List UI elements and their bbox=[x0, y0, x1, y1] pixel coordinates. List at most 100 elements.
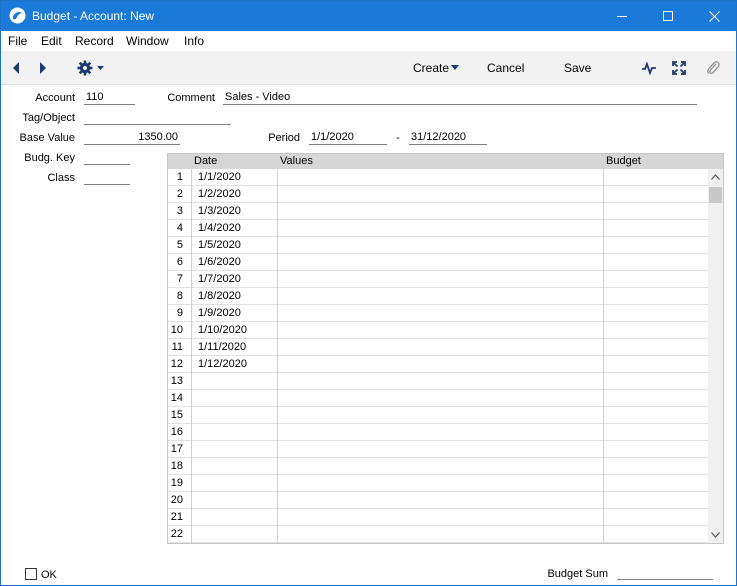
date-cell[interactable]: 1/10/2020 bbox=[192, 322, 278, 339]
ok-checkbox[interactable] bbox=[25, 568, 37, 580]
period-to-field[interactable]: 31/12/2020 bbox=[409, 130, 487, 145]
table-row[interactable]: 12 1/12/2020 bbox=[168, 356, 708, 373]
values-cell[interactable] bbox=[278, 373, 604, 390]
budget-cell[interactable] bbox=[604, 339, 708, 356]
grid-scrollbar[interactable] bbox=[708, 169, 723, 543]
table-row[interactable]: 17 bbox=[168, 441, 708, 458]
table-row[interactable]: 9 1/9/2020 bbox=[168, 305, 708, 322]
budget-cell[interactable] bbox=[604, 169, 708, 186]
budget-cell[interactable] bbox=[604, 526, 708, 543]
date-cell[interactable] bbox=[192, 441, 278, 458]
values-cell[interactable] bbox=[278, 458, 604, 475]
date-cell[interactable] bbox=[192, 390, 278, 407]
values-cell[interactable] bbox=[278, 339, 604, 356]
budget-cell[interactable] bbox=[604, 288, 708, 305]
budget-cell[interactable] bbox=[604, 373, 708, 390]
date-cell[interactable] bbox=[192, 475, 278, 492]
date-cell[interactable] bbox=[192, 407, 278, 424]
date-cell[interactable]: 1/11/2020 bbox=[192, 339, 278, 356]
table-row[interactable]: 18 bbox=[168, 458, 708, 475]
table-row[interactable]: 8 1/8/2020 bbox=[168, 288, 708, 305]
menu-file[interactable]: File bbox=[8, 34, 27, 48]
date-cell[interactable]: 1/8/2020 bbox=[192, 288, 278, 305]
date-cell[interactable] bbox=[192, 492, 278, 509]
values-cell[interactable] bbox=[278, 441, 604, 458]
date-cell[interactable]: 1/1/2020 bbox=[192, 169, 278, 186]
previous-record-icon[interactable] bbox=[11, 61, 21, 75]
maximize-button[interactable] bbox=[645, 1, 691, 31]
budget-cell[interactable] bbox=[604, 509, 708, 526]
budget-cell[interactable] bbox=[604, 203, 708, 220]
date-cell[interactable]: 1/5/2020 bbox=[192, 237, 278, 254]
paperclip-icon[interactable] bbox=[706, 60, 720, 76]
values-cell[interactable] bbox=[278, 254, 604, 271]
table-row[interactable]: 1 1/1/2020 bbox=[168, 169, 708, 186]
menu-edit[interactable]: Edit bbox=[41, 34, 62, 48]
date-cell[interactable]: 1/7/2020 bbox=[192, 271, 278, 288]
chevron-down-icon[interactable] bbox=[451, 65, 459, 70]
gear-icon[interactable] bbox=[76, 59, 106, 77]
budget-cell[interactable] bbox=[604, 254, 708, 271]
class-field[interactable] bbox=[84, 170, 130, 185]
table-row[interactable]: 4 1/4/2020 bbox=[168, 220, 708, 237]
menu-window[interactable]: Window bbox=[126, 34, 169, 48]
date-cell[interactable] bbox=[192, 526, 278, 543]
date-cell[interactable]: 1/3/2020 bbox=[192, 203, 278, 220]
budget-cell[interactable] bbox=[604, 407, 708, 424]
values-cell[interactable] bbox=[278, 271, 604, 288]
budget-cell[interactable] bbox=[604, 458, 708, 475]
base-value-field[interactable]: 1350.00 bbox=[84, 130, 180, 145]
scroll-down-icon[interactable] bbox=[711, 532, 720, 538]
table-row[interactable]: 13 bbox=[168, 373, 708, 390]
table-row[interactable]: 11 1/11/2020 bbox=[168, 339, 708, 356]
cancel-button[interactable]: Cancel bbox=[487, 61, 524, 75]
budget-cell[interactable] bbox=[604, 271, 708, 288]
header-values[interactable]: Values bbox=[280, 155, 313, 167]
tag-object-field[interactable] bbox=[84, 110, 231, 125]
values-cell[interactable] bbox=[278, 305, 604, 322]
date-cell[interactable] bbox=[192, 458, 278, 475]
values-cell[interactable] bbox=[278, 322, 604, 339]
budget-cell[interactable] bbox=[604, 186, 708, 203]
budget-cell[interactable] bbox=[604, 390, 708, 407]
values-cell[interactable] bbox=[278, 526, 604, 543]
table-row[interactable]: 15 bbox=[168, 407, 708, 424]
budget-cell[interactable] bbox=[604, 424, 708, 441]
save-button[interactable]: Save bbox=[564, 61, 591, 75]
create-button[interactable]: Create bbox=[413, 61, 449, 75]
title-bar[interactable]: Budget - Account: New bbox=[1, 1, 736, 31]
table-row[interactable]: 22 bbox=[168, 526, 708, 543]
values-cell[interactable] bbox=[278, 288, 604, 305]
date-cell[interactable]: 1/9/2020 bbox=[192, 305, 278, 322]
date-cell[interactable]: 1/2/2020 bbox=[192, 186, 278, 203]
account-field[interactable]: 110 bbox=[84, 90, 135, 105]
table-row[interactable]: 16 bbox=[168, 424, 708, 441]
values-cell[interactable] bbox=[278, 492, 604, 509]
values-cell[interactable] bbox=[278, 186, 604, 203]
expand-icon[interactable] bbox=[672, 61, 686, 75]
values-cell[interactable] bbox=[278, 220, 604, 237]
scroll-thumb[interactable] bbox=[709, 187, 722, 203]
values-cell[interactable] bbox=[278, 424, 604, 441]
budget-grid[interactable]: Date Values Budget 1 1/1/2020 2 1/2/2020 3 1/… bbox=[167, 153, 724, 544]
table-row[interactable]: 10 1/10/2020 bbox=[168, 322, 708, 339]
values-cell[interactable] bbox=[278, 237, 604, 254]
date-cell[interactable] bbox=[192, 424, 278, 441]
table-row[interactable]: 21 bbox=[168, 509, 708, 526]
minimize-button[interactable] bbox=[599, 1, 645, 31]
values-cell[interactable] bbox=[278, 203, 604, 220]
table-row[interactable]: 20 bbox=[168, 492, 708, 509]
budget-cell[interactable] bbox=[604, 441, 708, 458]
table-row[interactable]: 3 1/3/2020 bbox=[168, 203, 708, 220]
values-cell[interactable] bbox=[278, 407, 604, 424]
values-cell[interactable] bbox=[278, 356, 604, 373]
date-cell[interactable]: 1/6/2020 bbox=[192, 254, 278, 271]
table-row[interactable]: 7 1/7/2020 bbox=[168, 271, 708, 288]
table-row[interactable]: 19 bbox=[168, 475, 708, 492]
header-budget[interactable]: Budget bbox=[606, 155, 641, 167]
budget-cell[interactable] bbox=[604, 356, 708, 373]
budget-cell[interactable] bbox=[604, 492, 708, 509]
header-date[interactable]: Date bbox=[194, 155, 217, 167]
date-cell[interactable] bbox=[192, 373, 278, 390]
date-cell[interactable]: 1/4/2020 bbox=[192, 220, 278, 237]
